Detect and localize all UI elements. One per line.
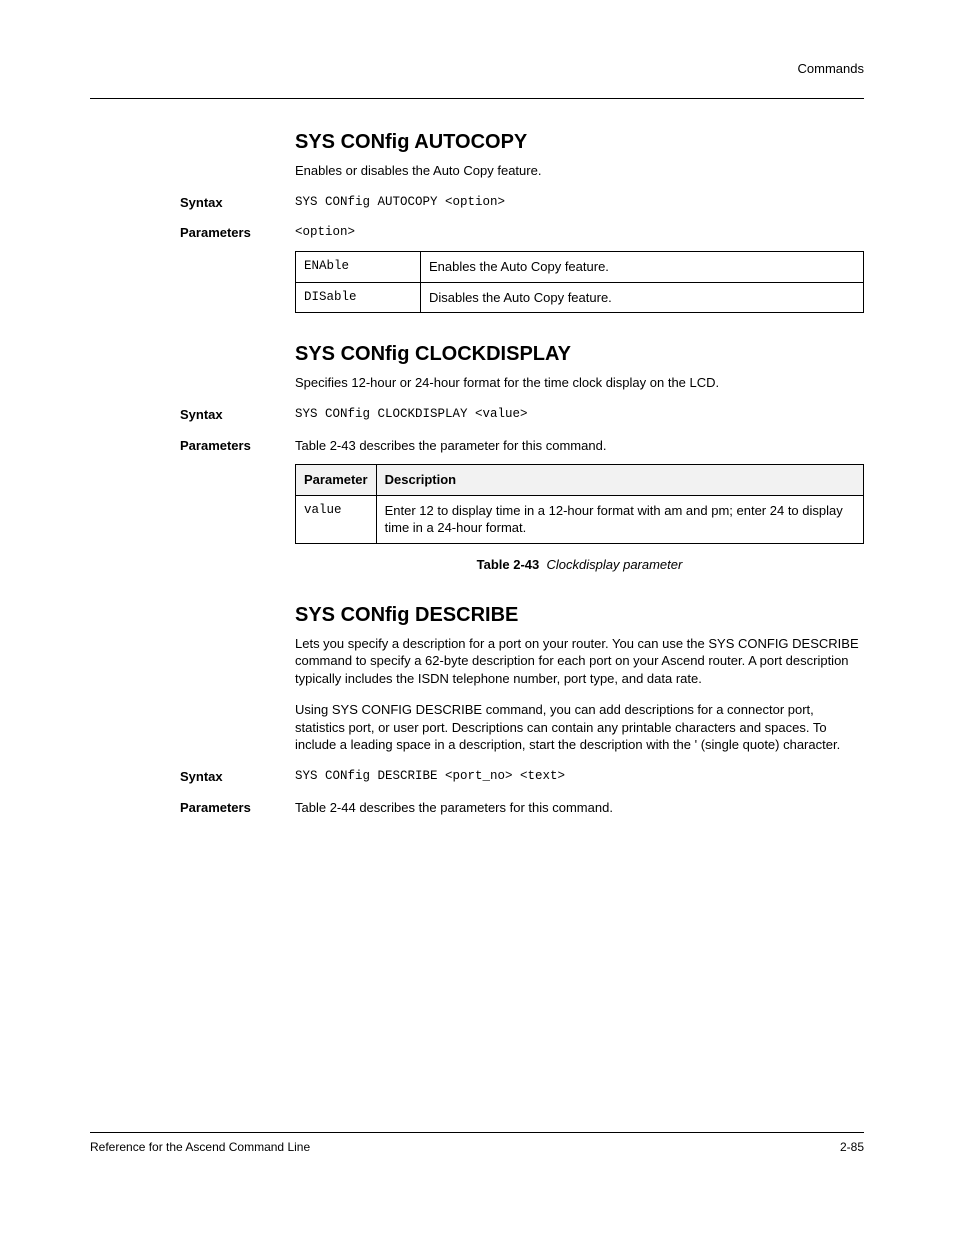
section-desc-autocopy: Enables or disables the Auto Copy featur… bbox=[295, 162, 864, 180]
section-title-autocopy: SYS CONfig AUTOCOPY bbox=[295, 129, 864, 156]
section-desc-describe-1: Lets you specify a description for a por… bbox=[295, 635, 864, 688]
param-key: ENAble bbox=[296, 252, 421, 283]
section-desc-describe-2: Using SYS CONFIG DESCRIBE command, you c… bbox=[295, 701, 864, 754]
section-title-clockdisplay: SYS CONfig CLOCKDISPLAY bbox=[295, 341, 864, 368]
label-parameters-3: Parameters bbox=[180, 799, 380, 817]
table-caption-2: Table 2-43 Clockdisplay parameter bbox=[295, 556, 864, 574]
label-syntax-2: Syntax bbox=[180, 406, 380, 424]
param-desc: Enter 12 to display time in a 12-hour fo… bbox=[376, 495, 863, 543]
table-row: ENAble Enables the Auto Copy feature. bbox=[296, 252, 864, 283]
th-description: Description bbox=[376, 465, 863, 496]
section-desc-clockdisplay: Specifies 12-hour or 24-hour format for … bbox=[295, 374, 864, 392]
table-row: value Enter 12 to display time in a 12-h… bbox=[296, 495, 864, 543]
label-parameters-2: Parameters bbox=[180, 437, 380, 455]
parameters-intro-2: Table 2-43 describes the parameter for t… bbox=[295, 437, 864, 455]
table-header-row: Parameter Description bbox=[296, 465, 864, 496]
section-title-describe: SYS CONfig DESCRIBE bbox=[295, 602, 864, 629]
caption-text: Clockdisplay parameter bbox=[547, 557, 683, 572]
label-syntax-1: Syntax bbox=[180, 194, 380, 212]
syntax-autocopy: SYS CONfig AUTOCOPY <option> bbox=[295, 194, 864, 211]
param-desc: Enables the Auto Copy feature. bbox=[420, 252, 863, 283]
table-autocopy-params: ENAble Enables the Auto Copy feature. DI… bbox=[295, 251, 864, 313]
param-key: value bbox=[296, 495, 377, 543]
syntax-describe: SYS CONfig DESCRIBE <port_no> <text> bbox=[295, 768, 864, 785]
label-syntax-3: Syntax bbox=[180, 768, 380, 786]
parameters-intro-3: Table 2-44 describes the parameters for … bbox=[295, 799, 864, 817]
syntax-clockdisplay: SYS CONfig CLOCKDISPLAY <value> bbox=[295, 406, 864, 423]
table-row: DISable Disables the Auto Copy feature. bbox=[296, 282, 864, 313]
page-footer: Reference for the Ascend Command Line 2-… bbox=[90, 1132, 864, 1155]
footer-left: Reference for the Ascend Command Line bbox=[90, 1139, 310, 1155]
param-desc: Disables the Auto Copy feature. bbox=[420, 282, 863, 313]
top-divider bbox=[90, 98, 864, 99]
label-parameters-1: Parameters bbox=[180, 224, 380, 242]
parameters-intro-1: <option> bbox=[295, 224, 864, 241]
table-clockdisplay-params: Parameter Description value Enter 12 to … bbox=[295, 464, 864, 544]
footer-right: 2-85 bbox=[840, 1139, 864, 1155]
caption-number: Table 2-43 bbox=[477, 557, 540, 572]
th-parameter: Parameter bbox=[296, 465, 377, 496]
param-key: DISable bbox=[296, 282, 421, 313]
header-right: Commands bbox=[798, 60, 864, 78]
